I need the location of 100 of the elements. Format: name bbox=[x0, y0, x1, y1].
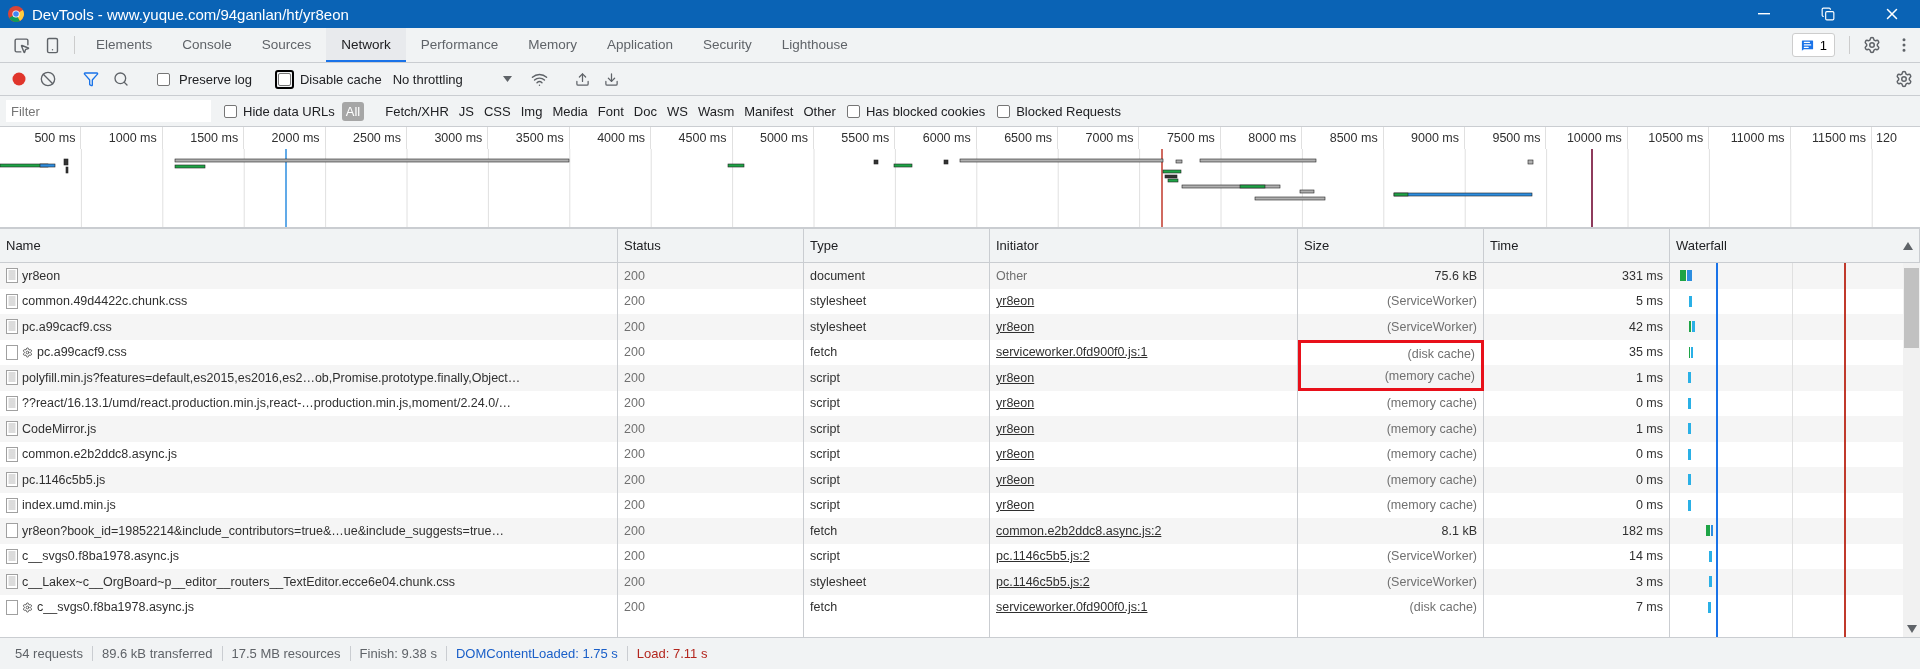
type-filter[interactable]: CSS bbox=[480, 101, 515, 121]
request-name[interactable]: CodeMirror.js bbox=[22, 421, 97, 436]
size-value: (ServiceWorker) bbox=[1386, 319, 1477, 334]
status-code: 200 bbox=[624, 396, 645, 411]
request-name[interactable]: polyfill.min.js?features=default,es2015,es2016,es2…ob,Promise.prototype.finally,Object… bbox=[22, 370, 521, 385]
column-header[interactable]: Status bbox=[618, 229, 804, 262]
initiator-link[interactable]: yr8eon bbox=[996, 294, 1035, 309]
request-name[interactable]: pc.a99cacf9.css bbox=[22, 319, 112, 334]
status-code: 200 bbox=[624, 549, 645, 564]
panel-tab[interactable]: Console bbox=[167, 28, 247, 62]
panel-tab[interactable]: Elements bbox=[81, 28, 168, 62]
initiator-link[interactable]: yr8eon bbox=[996, 319, 1035, 334]
gear-icon bbox=[22, 346, 33, 358]
column-header[interactable]: Type bbox=[804, 229, 990, 262]
initiator-link[interactable]: yr8eon bbox=[996, 421, 1035, 436]
status-text: Finish: 9.38 s bbox=[350, 646, 447, 661]
panel-tab[interactable]: Lighthouse bbox=[766, 28, 863, 62]
waterfall-bar bbox=[1706, 525, 1713, 536]
request-name[interactable]: common.e2b2ddc8.async.js bbox=[22, 447, 177, 462]
initiator-link[interactable]: yr8eon bbox=[996, 498, 1035, 513]
request-name[interactable]: c__svgs0.f8ba1978.async.js bbox=[22, 549, 180, 564]
type-filter[interactable]: Wasm bbox=[693, 101, 739, 121]
status-code: 200 bbox=[624, 345, 645, 360]
type-filter[interactable]: Other bbox=[799, 101, 840, 121]
window-title: DevTools - www.yuque.com/94ganlan/ht/yr8eon bbox=[32, 5, 350, 23]
request-name[interactable]: pc.a99cacf9.css bbox=[37, 345, 127, 360]
size-value: (disk cache) bbox=[1407, 346, 1475, 361]
panel-tab[interactable]: Memory bbox=[513, 28, 592, 62]
request-name[interactable]: common.49d4422c.chunk.css bbox=[22, 294, 188, 309]
time-tick: 500 ms bbox=[0, 127, 82, 149]
resource-type: script bbox=[810, 447, 840, 462]
issues-button[interactable]: 1 bbox=[1791, 33, 1835, 57]
type-filter[interactable]: Fetch/XHR bbox=[381, 101, 453, 121]
column-header[interactable]: Waterfall bbox=[1670, 229, 1920, 262]
initiator-link[interactable]: pc.1146c5b5.js:2 bbox=[996, 574, 1090, 589]
waterfall-bar bbox=[1688, 474, 1691, 485]
initiator-link[interactable]: pc.1146c5b5.js:2 bbox=[996, 549, 1090, 564]
request-name[interactable]: c__svgs0.f8ba1978.async.js bbox=[37, 600, 195, 615]
sort-arrow-icon bbox=[1903, 241, 1913, 250]
type-filter[interactable]: Media bbox=[548, 101, 592, 121]
size-value: 75.6 kB bbox=[1434, 268, 1477, 283]
time-value: 42 ms bbox=[1628, 319, 1663, 334]
time-value: 5 ms bbox=[1635, 294, 1663, 309]
document-icon bbox=[6, 574, 18, 590]
document-icon bbox=[6, 395, 18, 411]
initiator-link[interactable]: yr8eon bbox=[996, 370, 1035, 385]
throttling-dropdown[interactable]: No throttling bbox=[386, 71, 524, 87]
time-tick: 2000 ms bbox=[244, 127, 326, 149]
initiator-link[interactable]: serviceworker.0fd900f0.js:1 bbox=[996, 600, 1148, 615]
panel-tab[interactable]: Performance bbox=[405, 28, 514, 62]
time-value: 7 ms bbox=[1635, 600, 1663, 615]
checkbox[interactable] bbox=[997, 104, 1011, 118]
size-value: (ServiceWorker) bbox=[1386, 574, 1477, 589]
waterfall-bar bbox=[1709, 576, 1712, 587]
column-header[interactable]: Name bbox=[0, 229, 618, 262]
scrollbar[interactable] bbox=[1903, 263, 1920, 637]
time-tick: 4000 ms bbox=[569, 127, 652, 149]
panel-tab[interactable]: Security bbox=[687, 28, 767, 62]
column-header[interactable]: Time bbox=[1484, 229, 1670, 262]
status-text: 89.6 kB transferred bbox=[92, 646, 223, 661]
waterfall-bar bbox=[1688, 423, 1691, 434]
checkbox-label: Preserve log bbox=[179, 71, 252, 87]
request-name[interactable]: c__Lakex~c__OrgBoard~p__editor__routers__TextEditor.ecce6e04.chunk.css bbox=[22, 574, 455, 589]
panel-tab[interactable]: Application bbox=[591, 28, 688, 62]
type-filter[interactable]: Doc bbox=[629, 101, 661, 121]
panel-tab[interactable]: Network bbox=[326, 28, 406, 62]
request-name[interactable]: yr8eon?book_id=19852214&include_contributors=true&…ue&include_suggests=true… bbox=[22, 523, 504, 538]
request-name[interactable]: ??react/16.13.1/umd/react.production.min.js,react-…production.min.js,moment/2.24.0/… bbox=[22, 396, 512, 411]
time-value: 182 ms bbox=[1622, 523, 1663, 538]
document-icon bbox=[6, 548, 18, 564]
request-name[interactable]: pc.1146c5b5.js bbox=[22, 472, 106, 487]
time-value: 0 ms bbox=[1635, 447, 1663, 462]
checkbox[interactable] bbox=[224, 104, 237, 118]
initiator-link[interactable]: common.e2b2ddc8.async.js:2 bbox=[996, 523, 1162, 538]
checkbox[interactable] bbox=[157, 72, 170, 86]
resource-type: stylesheet bbox=[810, 294, 867, 309]
type-filter[interactable]: Manifest bbox=[740, 101, 798, 121]
filter-field[interactable]: Filter bbox=[6, 100, 211, 122]
column-header[interactable]: Initiator bbox=[990, 229, 1298, 262]
type-filter[interactable]: Img bbox=[516, 101, 547, 121]
scrollbar-thumb[interactable] bbox=[1904, 268, 1919, 348]
type-filter[interactable]: Font bbox=[593, 101, 628, 121]
initiator-link[interactable]: yr8eon bbox=[996, 396, 1035, 411]
checkbox[interactable] bbox=[846, 104, 860, 118]
type-filter[interactable]: JS bbox=[454, 101, 478, 121]
request-name[interactable]: yr8eon bbox=[22, 268, 61, 283]
panel-tab[interactable]: Sources bbox=[246, 28, 327, 62]
initiator-link[interactable]: serviceworker.0fd900f0.js:1 bbox=[996, 345, 1148, 360]
initiator-link[interactable]: yr8eon bbox=[996, 447, 1035, 462]
column-header[interactable]: Size bbox=[1298, 229, 1484, 262]
message-icon bbox=[1799, 37, 1815, 53]
request-name[interactable]: index.umd.min.js bbox=[22, 498, 116, 513]
time-tick: 7000 ms bbox=[1058, 127, 1140, 149]
time-tick: 9000 ms bbox=[1383, 127, 1466, 149]
initiator-link[interactable]: yr8eon bbox=[996, 472, 1035, 487]
type-filter[interactable]: WS bbox=[662, 101, 692, 121]
scroll-down-icon[interactable] bbox=[1906, 625, 1917, 633]
document-icon bbox=[6, 497, 18, 513]
resource-type: fetch bbox=[810, 523, 838, 538]
time-tick: 8500 ms bbox=[1302, 127, 1384, 149]
